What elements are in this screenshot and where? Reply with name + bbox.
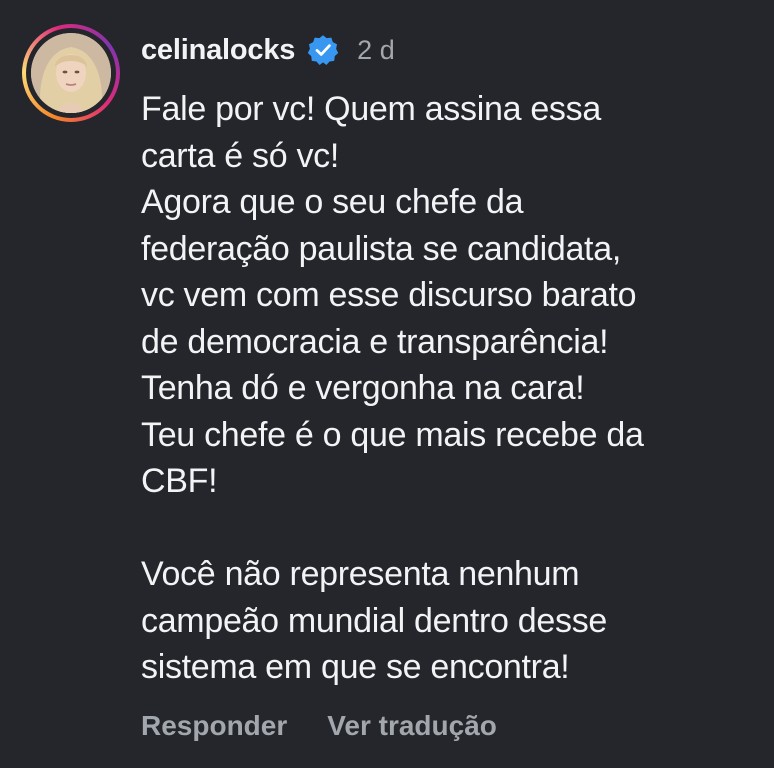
see-translation-button[interactable]: Ver tradução [327,710,497,742]
comment: celinalocks 2 d Fale por vc! Quem assina… [0,0,774,768]
reply-button[interactable]: Responder [141,710,287,742]
comment-header: celinalocks 2 d [141,30,395,70]
paragraph-break [141,505,761,552]
comment-text: Fale por vc! Quem assina essa carta é só… [141,86,761,691]
comment-line: federação paulista se candidata, [141,229,621,268]
comment-line: CBF! [141,462,218,500]
comment-line: Tenha dó e vergonha na cara! [141,369,585,407]
comment-actions: Responder Ver tradução [141,710,497,742]
avatar-image [31,33,111,113]
comment-line: carta é só vc! [141,136,339,175]
comment-line: sistema em que se encontra! [141,648,570,686]
comment-line: de democracia e transparência! [141,322,609,361]
comment-line: campeão mundial dentro desse [141,601,608,640]
avatar-story-ring[interactable] [22,24,120,122]
comment-line: vc vem com esse discurso barato [141,276,637,314]
comment-line: Teu chefe é o que mais recebe da [141,415,644,454]
avatar[interactable] [31,33,111,113]
comment-line: Agora que o seu chefe da [141,183,524,221]
username[interactable]: celinalocks [141,34,295,67]
comment-line: Você não representa nenhum [141,555,580,593]
comment-timestamp: 2 d [357,34,395,65]
verified-badge-icon [307,35,339,66]
comment-line: Fale por vc! Quem assina essa [141,90,601,128]
